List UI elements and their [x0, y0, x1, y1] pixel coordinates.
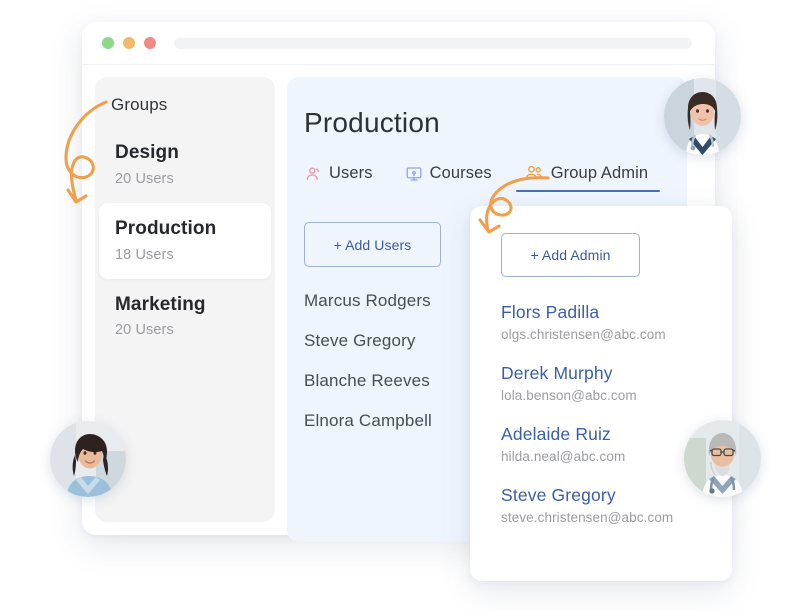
traffic-light-green-icon[interactable]	[102, 37, 114, 49]
admin-email: steve.christensen@abc.com	[501, 510, 674, 525]
tab-users[interactable]: Users	[304, 164, 373, 192]
address-bar[interactable]	[174, 37, 692, 49]
traffic-light-yellow-icon[interactable]	[123, 37, 135, 49]
add-users-button[interactable]: + Add Users	[304, 222, 441, 267]
group-name: Production	[115, 217, 217, 239]
admin-email: olgs.christensen@abc.com	[501, 327, 666, 342]
tab-courses[interactable]: Courses	[405, 164, 492, 192]
tab-label: Users	[329, 164, 373, 182]
list-item[interactable]: Flors Padilla olgs.christensen@abc.com	[501, 302, 732, 342]
admin-email: lola.benson@abc.com	[501, 388, 637, 403]
users-group-icon	[524, 163, 544, 183]
admin-name: Flors Padilla	[501, 302, 600, 322]
panel-tabs: Users Courses Group Admin	[304, 163, 687, 192]
browser-titlebar	[82, 22, 715, 65]
add-admin-button[interactable]: + Add Admin	[501, 233, 640, 277]
tab-label: Group Admin	[550, 163, 649, 182]
sidebar-title: Groups	[111, 95, 168, 114]
admin-name: Derek Murphy	[501, 363, 613, 383]
group-user-count: 20 Users	[115, 170, 174, 187]
page-title: Production	[304, 107, 440, 138]
list-item[interactable]: Steve Gregory steve.christensen@abc.com	[501, 485, 732, 525]
traffic-light-red-icon[interactable]	[144, 37, 156, 49]
tab-group-admin[interactable]: Group Admin	[515, 163, 661, 192]
list-item[interactable]: Derek Murphy lola.benson@abc.com	[501, 363, 732, 403]
avatar-doctor-male	[684, 420, 761, 497]
sidebar-item-production[interactable]: Production 18 Users	[99, 202, 271, 279]
tab-label: Courses	[429, 164, 492, 182]
group-admin-card: + Add Admin Flors Padilla olgs.christens…	[470, 206, 732, 581]
sidebar-item-marketing[interactable]: Marketing 20 Users	[99, 279, 271, 355]
window-controls	[102, 37, 156, 49]
group-name: Marketing	[115, 293, 206, 315]
avatar-woman-blue-shirt	[50, 421, 126, 497]
sidebar-item-design[interactable]: Design 20 Users	[99, 127, 271, 203]
group-name: Design	[115, 142, 179, 163]
group-user-count: 20 Users	[115, 322, 174, 339]
user-icon	[304, 165, 322, 183]
screenshot-stage: Groups Design 20 Users Production 18 Use…	[0, 0, 810, 610]
monitor-icon	[405, 165, 423, 183]
avatar-doctor-female	[664, 78, 741, 155]
group-user-count: 18 Users	[115, 246, 174, 263]
